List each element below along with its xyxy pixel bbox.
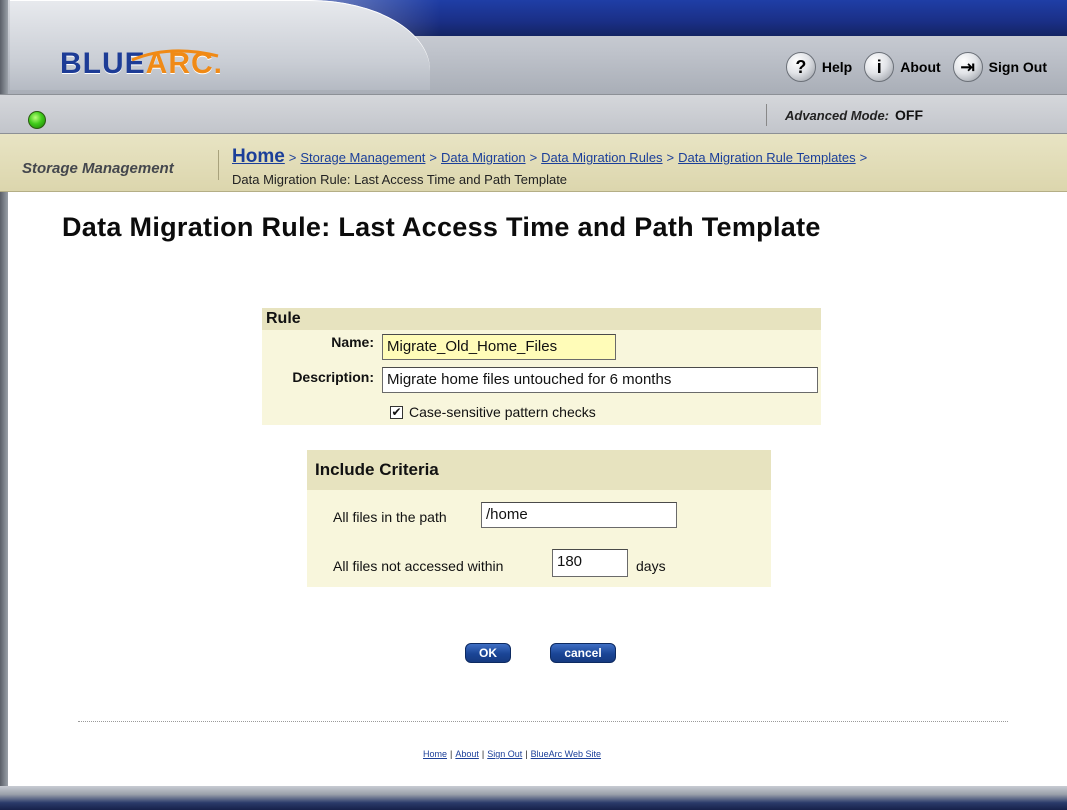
- days-input[interactable]: 180: [552, 549, 628, 577]
- footer-divider: [78, 721, 1008, 722]
- access-criteria-label: All files not accessed within: [333, 558, 504, 574]
- advanced-mode-value: OFF: [895, 107, 924, 123]
- ok-button[interactable]: OK: [465, 643, 511, 663]
- footer-sign-out-link[interactable]: Sign Out: [487, 749, 522, 759]
- footer-pipe: |: [525, 749, 528, 759]
- footer-bluearc-site-link[interactable]: BlueArc Web Site: [531, 749, 601, 759]
- sign-out-label: Sign Out: [988, 59, 1047, 75]
- breadcrumb-separator: >: [429, 150, 438, 165]
- include-criteria-heading: Include Criteria: [307, 450, 771, 490]
- breadcrumb-data-migration-rules-link[interactable]: Data Migration Rules: [541, 150, 662, 165]
- help-icon: ?: [785, 52, 816, 82]
- case-sensitive-checkbox[interactable]: ✔ Case-sensitive pattern checks: [390, 404, 596, 420]
- section-divider: [218, 150, 219, 180]
- breadcrumb-separator: >: [529, 150, 538, 165]
- logo-swoosh-icon: [131, 49, 219, 62]
- checkbox-checked-icon[interactable]: ✔: [390, 405, 403, 419]
- breadcrumb-separator: >: [288, 150, 297, 165]
- footer-pipe: |: [450, 749, 453, 759]
- rule-description-input[interactable]: Migrate home files untouched for 6 month…: [382, 367, 818, 393]
- advanced-mode-label: Advanced Mode:: [785, 107, 890, 123]
- days-unit-label: days: [636, 558, 666, 574]
- help-button[interactable]: ? Help: [785, 52, 853, 82]
- footer-links: Home | About | Sign Out | BlueArc Web Site: [423, 749, 601, 759]
- breadcrumb-home-link[interactable]: Home: [232, 146, 285, 167]
- status-led-icon: [28, 111, 46, 129]
- footer-about-link[interactable]: About: [455, 749, 479, 759]
- bluearc-logo: BLUEARC.: [60, 44, 223, 84]
- breadcrumb-rule-templates-link[interactable]: Data Migration Rule Templates: [678, 150, 856, 165]
- header-blue-band: [180, 0, 1067, 36]
- rule-name-input[interactable]: Migrate_Old_Home_Files: [382, 334, 616, 360]
- header-tools: ? Help i About ⇥ Sign Out: [785, 52, 1047, 82]
- bottom-band: [0, 786, 1067, 810]
- path-input[interactable]: /home: [481, 502, 677, 528]
- advanced-mode-indicator: Advanced Mode: OFF: [766, 104, 923, 126]
- description-label: Description:: [292, 369, 374, 385]
- sign-out-button[interactable]: ⇥ Sign Out: [952, 52, 1047, 82]
- path-criteria-label: All files in the path: [333, 509, 447, 525]
- section-name: Storage Management: [22, 160, 174, 177]
- breadcrumb-storage-management-link[interactable]: Storage Management: [300, 150, 425, 165]
- name-label: Name:: [331, 334, 374, 350]
- breadcrumb: Home > Storage Management > Data Migration > D…: [232, 146, 871, 168]
- about-button[interactable]: i About: [864, 52, 941, 82]
- case-sensitive-label: Case-sensitive pattern checks: [409, 404, 596, 420]
- help-label: Help: [821, 59, 853, 75]
- cancel-button[interactable]: cancel: [550, 643, 616, 663]
- breadcrumb-separator: >: [859, 150, 868, 165]
- breadcrumb-data-migration-link[interactable]: Data Migration: [441, 150, 526, 165]
- sign-out-icon: ⇥: [952, 52, 983, 82]
- page-title: Data Migration Rule: Last Access Time an…: [62, 212, 821, 242]
- breadcrumb-separator: >: [666, 150, 675, 165]
- breadcrumb-current-page: Data Migration Rule: Last Access Time an…: [232, 172, 568, 187]
- rule-heading: Rule: [262, 308, 821, 330]
- footer-pipe: |: [481, 749, 485, 759]
- about-label: About: [900, 59, 941, 75]
- info-icon: i: [864, 52, 895, 82]
- footer-home-link[interactable]: Home: [423, 749, 447, 759]
